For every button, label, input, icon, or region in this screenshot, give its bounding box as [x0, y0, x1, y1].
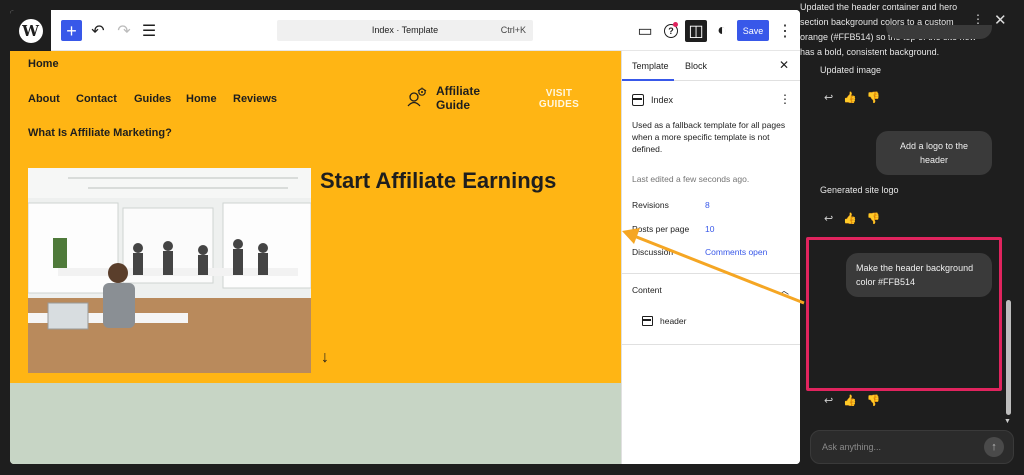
nav-link-reviews[interactable]: Reviews [233, 93, 277, 105]
editor-toolbar: W + ↶ ↷ ☰ Index · Template Ctrl+K ▭ ? ◫ … [10, 10, 800, 51]
help-button[interactable]: ? [660, 20, 682, 42]
previous-message-bubble [886, 25, 992, 39]
styles-button[interactable]: ◐ [711, 20, 733, 42]
keyboard-shortcut: Ctrl+K [500, 25, 526, 35]
last-edited-text: Last edited a few seconds ago. [632, 174, 750, 184]
nav-link-what-is-affiliate-marketing[interactable]: What Is Affiliate Marketing? [28, 127, 172, 139]
close-icon[interactable]: ✕ [994, 11, 1007, 29]
hero-office-image[interactable] [28, 168, 311, 373]
command-palette-bar[interactable]: Index · Template Ctrl+K [277, 20, 533, 41]
wordpress-logo-icon: W [18, 18, 43, 43]
posts-per-page-link[interactable]: 10 [705, 224, 714, 234]
chat-scrollbar-thumb[interactable] [1006, 300, 1011, 415]
save-button[interactable]: Save [737, 20, 769, 41]
template-part-icon [642, 316, 653, 326]
assistant-message: Generated site logo [820, 185, 899, 195]
ai-chat-panel: ⋮ ✕ Updated image ↩ 👍 👎 Add a logo to th… [800, 0, 1024, 475]
close-icon[interactable]: ✕ [779, 58, 789, 72]
editor-canvas[interactable]: Home About Contact Guides Home Reviews W… [10, 51, 621, 464]
site-logo-icon [407, 87, 427, 107]
template-description: Used as a fallback template for all page… [632, 120, 786, 154]
scroll-down-icon[interactable]: ▼ [1004, 418, 1011, 425]
layout-icon [632, 94, 644, 106]
document-title: Index · Template [371, 25, 439, 35]
active-tab-indicator [622, 79, 674, 81]
thumbs-down-icon[interactable]: 👎 [867, 394, 881, 407]
list-view-icon: ☰ [141, 23, 157, 40]
settings-sidebar: Template Block ✕ Index ⋮ Used as a fallb… [621, 51, 800, 464]
options-button[interactable]: ⋮ [774, 20, 796, 42]
revisions-link[interactable]: 8 [705, 200, 710, 210]
settings-tabs: Template Block ✕ [622, 51, 800, 81]
message-reactions: ↩ 👍 👎 [824, 394, 881, 407]
nav-link-about[interactable]: About [28, 93, 60, 105]
view-button[interactable]: ▭ [634, 20, 656, 42]
thumbs-up-icon[interactable]: 👍 [843, 394, 857, 407]
more-vertical-icon[interactable]: ⋮ [972, 12, 984, 26]
header-template-part[interactable]: Home About Contact Guides Home Reviews W… [10, 51, 621, 383]
plus-icon: + [66, 20, 77, 41]
template-name: Index [651, 95, 674, 105]
discussion-link[interactable]: Comments open [705, 247, 767, 257]
redo-button[interactable]: ↷ [113, 20, 135, 42]
arrow-down-icon: ↓ [321, 349, 329, 366]
nav-link-contact[interactable]: Contact [76, 93, 117, 105]
wordpress-logo-button[interactable]: W [10, 10, 51, 51]
desktop-icon: ▭ [637, 23, 653, 40]
add-block-button[interactable]: + [61, 20, 82, 41]
chevron-up-icon[interactable]: ︿ [779, 282, 789, 297]
discussion-label: Discussion [632, 247, 674, 257]
arrow-up-icon: ↑ [991, 441, 997, 453]
content-panel-title[interactable]: Content [632, 285, 662, 295]
site-logo-text: Affiliate Guide [436, 84, 481, 112]
reply-icon[interactable]: ↩ [824, 91, 833, 104]
content-panel: Content ︿ header [622, 273, 800, 345]
posts-per-page-label: Posts per page [632, 224, 690, 234]
thumbs-up-icon[interactable]: 👍 [843, 91, 857, 104]
visit-guides-button[interactable]: VISIT GUIDES [534, 88, 584, 110]
assistant-message: Updated image [820, 65, 882, 75]
message-reactions: ↩ 👍 👎 [824, 91, 881, 104]
more-vertical-icon[interactable]: ⋮ [779, 92, 791, 106]
thumbs-up-icon[interactable]: 👍 [843, 212, 857, 225]
site-editor: W + ↶ ↷ ☰ Index · Template Ctrl+K ▭ ? ◫ … [10, 10, 800, 464]
reply-icon[interactable]: ↩ [824, 394, 833, 407]
nav-link-home[interactable]: Home [186, 93, 217, 105]
hero-heading[interactable]: Start Affiliate Earnings [320, 168, 556, 194]
document-overview-button[interactable]: ☰ [138, 20, 160, 42]
nav-link-guides[interactable]: Guides [134, 93, 171, 105]
thumbs-down-icon[interactable]: 👎 [867, 91, 881, 104]
user-message: Add a logo to the header [876, 131, 992, 175]
content-item-header[interactable]: header [660, 316, 686, 326]
user-message: Make the header background color #FFB514 [846, 253, 992, 297]
settings-sidebar-toggle[interactable]: ◫ [685, 20, 707, 42]
notification-dot [673, 22, 678, 27]
half-circle-icon: ◐ [717, 22, 727, 39]
tab-template[interactable]: Template [632, 61, 669, 71]
redo-icon: ↷ [117, 23, 131, 40]
revisions-label: Revisions [632, 200, 669, 210]
send-button[interactable]: ↑ [984, 437, 1004, 457]
tab-block[interactable]: Block [685, 61, 707, 71]
undo-button[interactable]: ↶ [87, 20, 109, 42]
more-vertical-icon: ⋮ [777, 23, 793, 40]
thumbs-down-icon[interactable]: 👎 [867, 212, 881, 225]
office-photo-illustration [28, 168, 311, 373]
sidebar-icon: ◫ [688, 23, 704, 40]
message-reactions: ↩ 👍 👎 [824, 212, 881, 225]
site-home-link[interactable]: Home [28, 58, 59, 70]
reply-icon[interactable]: ↩ [824, 212, 833, 225]
undo-icon: ↶ [91, 23, 105, 40]
